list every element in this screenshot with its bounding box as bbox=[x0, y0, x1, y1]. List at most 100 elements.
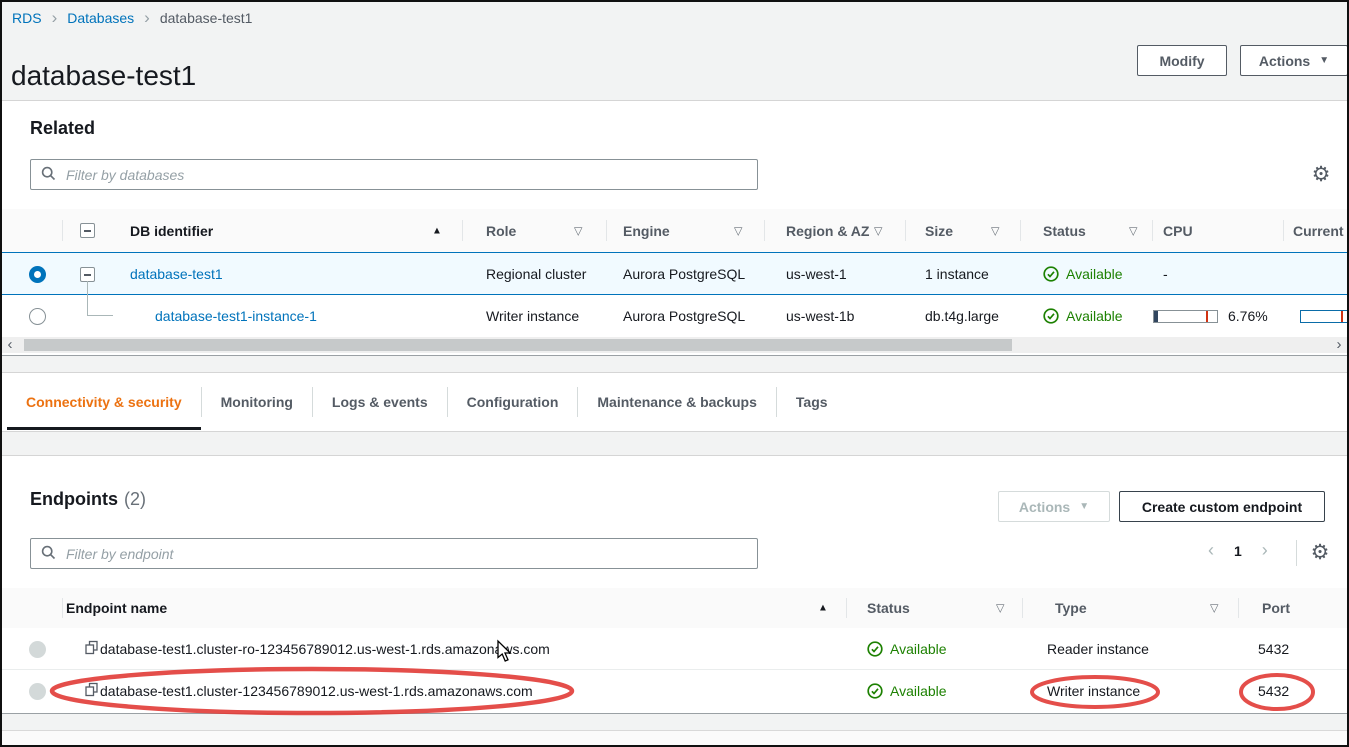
tab-label: Tags bbox=[796, 394, 828, 410]
column-header-status[interactable]: Status bbox=[867, 600, 910, 616]
create-custom-endpoint-button[interactable]: Create custom endpoint bbox=[1119, 491, 1325, 522]
scroll-right-icon[interactable]: › bbox=[1331, 337, 1347, 353]
modify-button[interactable]: Modify bbox=[1137, 45, 1227, 76]
related-table-header: DB identifier ▲ Role ▽ Engine ▽ Region &… bbox=[0, 209, 1349, 253]
copy-icon[interactable] bbox=[85, 640, 98, 657]
column-header-current[interactable]: Current bbox=[1293, 223, 1344, 239]
column-header-engine[interactable]: Engine bbox=[623, 223, 670, 239]
search-icon bbox=[41, 545, 56, 563]
related-filter-input[interactable] bbox=[64, 166, 747, 184]
tab-maintenance-backups[interactable]: Maintenance & backups bbox=[578, 373, 776, 430]
row-radio-disabled bbox=[29, 683, 46, 700]
pagination: ‹ 1 › bbox=[1196, 540, 1280, 561]
status-available-icon bbox=[1043, 266, 1059, 282]
filter-status-icon[interactable]: ▽ bbox=[996, 602, 1004, 615]
copy-icon[interactable] bbox=[85, 683, 98, 700]
tab-label: Maintenance & backups bbox=[597, 394, 757, 410]
row-radio-disabled bbox=[29, 641, 46, 658]
column-header-endpoint-name[interactable]: Endpoint name bbox=[66, 600, 167, 616]
column-divider bbox=[462, 220, 463, 241]
related-settings-gear-icon[interactable]: ⚙ bbox=[1306, 160, 1336, 190]
current-activity-threshold bbox=[1341, 311, 1343, 322]
collapse-row-checkbox[interactable] bbox=[80, 267, 95, 282]
tab-tags[interactable]: Tags bbox=[777, 373, 847, 430]
page-title: database-test1 bbox=[11, 60, 196, 92]
engine-cell: Aurora PostgreSQL bbox=[623, 308, 745, 324]
row-radio-selected[interactable] bbox=[29, 266, 46, 283]
actions-button[interactable]: Actions ▼ bbox=[1240, 45, 1348, 76]
status-cell: Available bbox=[1043, 308, 1123, 324]
column-divider bbox=[1283, 220, 1284, 241]
endpoints-count: (2) bbox=[124, 489, 146, 510]
filter-type-icon[interactable]: ▽ bbox=[1210, 602, 1218, 615]
endpoint-filter bbox=[30, 538, 758, 569]
tab-logs-events[interactable]: Logs & events bbox=[313, 373, 447, 430]
scroll-left-icon[interactable]: ‹ bbox=[2, 337, 18, 353]
create-custom-endpoint-label: Create custom endpoint bbox=[1142, 499, 1302, 515]
sort-ascending-icon[interactable]: ▲ bbox=[432, 225, 442, 236]
collapse-all-checkbox[interactable] bbox=[80, 223, 95, 238]
db-identifier-link[interactable]: database-test1 bbox=[130, 266, 223, 282]
page-number[interactable]: 1 bbox=[1226, 543, 1250, 559]
filter-status-icon[interactable]: ▽ bbox=[1129, 224, 1137, 237]
tab-monitoring[interactable]: Monitoring bbox=[202, 373, 312, 430]
endpoints-actions-button[interactable]: Actions ▼ bbox=[998, 491, 1110, 522]
status-available-icon bbox=[1043, 308, 1059, 324]
column-divider bbox=[1022, 598, 1023, 618]
horizontal-scrollbar[interactable]: ‹ › bbox=[0, 337, 1349, 353]
column-divider bbox=[1020, 220, 1021, 241]
status-cell: Available bbox=[1043, 266, 1123, 282]
table-row-instance[interactable]: database-test1-instance-1 Writer instanc… bbox=[0, 295, 1349, 337]
db-identifier-link[interactable]: database-test1-instance-1 bbox=[155, 308, 317, 324]
status-label: Available bbox=[890, 683, 947, 699]
tab-bar: Connectivity & security Monitoring Logs … bbox=[7, 373, 847, 430]
column-divider bbox=[62, 598, 63, 618]
filter-role-icon[interactable]: ▽ bbox=[574, 224, 582, 237]
endpoints-table-header: Endpoint name ▲ Status ▽ Type ▽ Port bbox=[0, 588, 1349, 629]
role-cell: Regional cluster bbox=[486, 266, 586, 282]
tab-connectivity-security[interactable]: Connectivity & security bbox=[7, 373, 201, 430]
page-previous-icon[interactable]: ‹ bbox=[1196, 540, 1226, 561]
table-row-cluster[interactable]: database-test1 Regional cluster Aurora P… bbox=[0, 252, 1349, 295]
endpoints-settings-gear-icon[interactable]: ⚙ bbox=[1305, 538, 1335, 568]
column-header-type[interactable]: Type bbox=[1055, 600, 1087, 616]
page-next-icon[interactable]: › bbox=[1250, 540, 1280, 561]
status-cell: Available bbox=[867, 641, 947, 657]
actions-button-label: Actions bbox=[1259, 53, 1310, 69]
endpoint-port: 5432 bbox=[1258, 641, 1289, 657]
size-cell: 1 instance bbox=[925, 266, 989, 282]
row-radio[interactable] bbox=[29, 308, 46, 325]
breadcrumb-rds-link[interactable]: RDS bbox=[12, 10, 42, 26]
breadcrumb-databases-link[interactable]: Databases bbox=[67, 10, 134, 26]
endpoint-row-reader[interactable]: database-test1.cluster-ro-123456789012.u… bbox=[0, 628, 1349, 670]
sort-ascending-icon[interactable]: ▲ bbox=[818, 603, 828, 614]
breadcrumb-current: database-test1 bbox=[160, 10, 253, 26]
column-header-size[interactable]: Size bbox=[925, 223, 953, 239]
column-header-status[interactable]: Status bbox=[1043, 223, 1086, 239]
endpoint-type: Reader instance bbox=[1047, 641, 1149, 657]
modify-button-label: Modify bbox=[1159, 53, 1204, 69]
filter-region-icon[interactable]: ▽ bbox=[874, 224, 882, 237]
related-heading: Related bbox=[30, 118, 95, 139]
tab-label: Monitoring bbox=[221, 394, 293, 410]
column-header-region-az[interactable]: Region & AZ bbox=[786, 223, 869, 239]
endpoint-filter-input[interactable] bbox=[64, 545, 747, 563]
column-divider bbox=[62, 220, 63, 241]
caret-down-icon: ▼ bbox=[1079, 502, 1089, 512]
filter-size-icon[interactable]: ▽ bbox=[991, 224, 999, 237]
column-header-db-identifier[interactable]: DB identifier bbox=[130, 223, 213, 239]
column-header-cpu[interactable]: CPU bbox=[1163, 223, 1193, 239]
scrollbar-thumb[interactable] bbox=[24, 339, 1012, 351]
column-divider bbox=[1238, 598, 1239, 618]
search-icon bbox=[41, 166, 56, 184]
endpoints-heading: Endpoints (2) bbox=[30, 489, 146, 510]
cpu-percent-label: 6.76% bbox=[1228, 308, 1268, 324]
tab-configuration[interactable]: Configuration bbox=[448, 373, 578, 430]
column-header-role[interactable]: Role bbox=[486, 223, 516, 239]
endpoint-row-writer[interactable]: database-test1.cluster-123456789012.us-w… bbox=[0, 670, 1349, 712]
divider bbox=[1296, 540, 1297, 566]
tree-connector-vertical bbox=[87, 281, 88, 316]
column-header-port[interactable]: Port bbox=[1262, 600, 1290, 616]
tab-label: Configuration bbox=[467, 394, 559, 410]
filter-engine-icon[interactable]: ▽ bbox=[734, 224, 742, 237]
